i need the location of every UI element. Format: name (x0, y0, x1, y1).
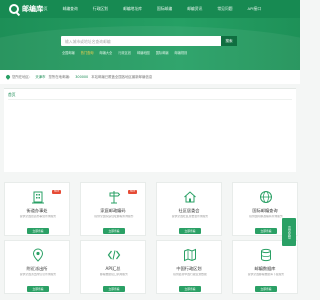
service-desc: 提供最新中国行政区划数据 (173, 273, 207, 276)
view-button[interactable]: 立即查看 (27, 228, 49, 234)
service-card-division[interactable]: 中国行政区划 提供最新中国行政区划数据 立即查看 (156, 240, 222, 294)
service-card-community[interactable]: 社区居委会 提供全国社区居委会查询服务 立即查看 (156, 182, 222, 236)
top-navbar: 邮编库 首页 邮编查询 行政区划 邮编地址库 国际邮编 邮编资讯 常见问题 AP… (0, 0, 300, 18)
globe-icon (258, 189, 274, 205)
hot-links: 全国邮编 热门查询 邮编大全 行政区划 邮编地图 国际邮编 邮编规则 (62, 50, 193, 55)
nav-item-postcode[interactable]: 邮编查询 (63, 0, 78, 18)
postcode-value: 300000 (75, 74, 89, 79)
location-note: 本站邮编已覆盖全国各地区最新邮编信息 (91, 75, 153, 79)
service-title: API汇总 (105, 266, 121, 271)
hot-link[interactable]: 国际邮编 (156, 50, 169, 55)
nav-item-international[interactable]: 国际邮编 (157, 0, 172, 18)
view-button[interactable]: 立即查看 (255, 228, 277, 234)
section-title: 首页 (8, 92, 16, 97)
nav-item-api[interactable]: API接口 (248, 0, 262, 18)
service-title: 中国行政区划 (176, 266, 202, 271)
hot-link[interactable]: 全国邮编 (62, 50, 75, 55)
site-logo[interactable]: 邮编库 (9, 3, 43, 15)
view-button[interactable]: 立即查看 (179, 228, 201, 234)
nav-item-address[interactable]: 邮编地址库 (123, 0, 142, 18)
section-divider (8, 99, 292, 100)
hot-link[interactable]: 邮编规则 (175, 50, 188, 55)
service-desc: 邮编数据接口调用服务 (100, 273, 128, 276)
service-desc: 提供全国街道办事处查询服务 (19, 215, 57, 218)
database-icon (258, 247, 274, 263)
service-title: 社区居委会 (178, 208, 200, 213)
location-bar: 您所在地区： 天津市 您所在地邮编： 300000 本站邮编已覆盖全国各地区最新… (0, 70, 300, 84)
service-desc: 提供全国邮编数据库下载服务 (247, 273, 285, 276)
service-title: 家庭邮政编码 (100, 208, 126, 213)
view-button[interactable]: 立即查看 (103, 286, 125, 292)
view-button[interactable]: 立即查看 (179, 286, 201, 292)
location-info: 您所在地区： 天津市 您所在地邮编： 300000 本站邮编已覆盖全国各地区最新… (5, 73, 153, 80)
location-label: 您所在地区： (12, 75, 33, 79)
view-button[interactable]: 立即查看 (103, 228, 125, 234)
view-button[interactable]: 立即查看 (27, 286, 49, 292)
postcode-label: 您所在地邮编： (48, 75, 73, 79)
home-icon (182, 189, 198, 205)
hot-badge: HOT (52, 190, 61, 194)
hot-link[interactable]: 邮编大全 (100, 50, 113, 55)
view-button[interactable]: 立即查看 (255, 286, 277, 292)
search-input[interactable] (61, 36, 217, 46)
service-title: 附近派出所 (26, 266, 48, 271)
magnifier-logo-icon (9, 4, 19, 14)
police-pin-icon (30, 247, 46, 263)
service-desc: 提供全国家庭住址邮编查询服务 (94, 215, 134, 218)
signpost-icon (106, 189, 122, 205)
nav-item-faq[interactable]: 常见问题 (217, 0, 232, 18)
service-card-database[interactable]: 邮编数据库 提供全国邮编数据库下载服务 立即查看 (232, 240, 298, 294)
feedback-float-button[interactable]: 意见反馈 (282, 218, 296, 246)
service-title: 国际邮编查询 (252, 208, 278, 213)
main-nav: 首页 邮编查询 行政区划 邮编地址库 国际邮编 邮编资讯 常见问题 API接口 (40, 0, 276, 18)
nav-item-home[interactable]: 首页 (40, 0, 48, 18)
location-pin-icon (5, 73, 11, 80)
service-card-api[interactable]: API汇总 邮编数据接口调用服务 立即查看 (80, 240, 146, 294)
hot-link[interactable]: 邮编地图 (137, 50, 150, 55)
service-desc: 提供全国社区居委会查询服务 (171, 215, 209, 218)
feedback-label: 意见反馈 (287, 225, 291, 239)
nav-item-division[interactable]: 行政区划 (93, 0, 108, 18)
map-icon (182, 247, 198, 263)
service-card-street-office[interactable]: HOT 街道办事处 提供全国街道办事处查询服务 立即查看 (4, 182, 70, 236)
service-title: 邮编数据库 (254, 266, 276, 271)
nav-item-news[interactable]: 邮编资讯 (187, 0, 202, 18)
hot-badge: HOT (128, 190, 137, 194)
building-pin-icon (30, 189, 46, 205)
hot-link[interactable]: 行政区划 (118, 50, 131, 55)
home-section: 首页 (4, 88, 296, 172)
service-card-family-postcode[interactable]: HOT 家庭邮政编码 提供全国家庭住址邮编查询服务 立即查看 (80, 182, 146, 236)
search-box: 搜索 (61, 36, 237, 46)
service-title: 街道办事处 (26, 208, 48, 213)
hero-banner: 搜索 全国邮编 热门查询 邮编大全 行政区划 邮编地图 国际邮编 邮编规则 (0, 18, 300, 70)
location-city[interactable]: 天津市 (35, 74, 45, 79)
hot-link[interactable]: 热门查询 (81, 50, 94, 55)
service-card-police[interactable]: 附近派出所 提供全国派出所信息查询服务 立即查看 (4, 240, 70, 294)
api-icon (106, 247, 122, 263)
search-button[interactable]: 搜索 (221, 36, 237, 46)
service-desc: 提供全国派出所信息查询服务 (19, 273, 57, 276)
